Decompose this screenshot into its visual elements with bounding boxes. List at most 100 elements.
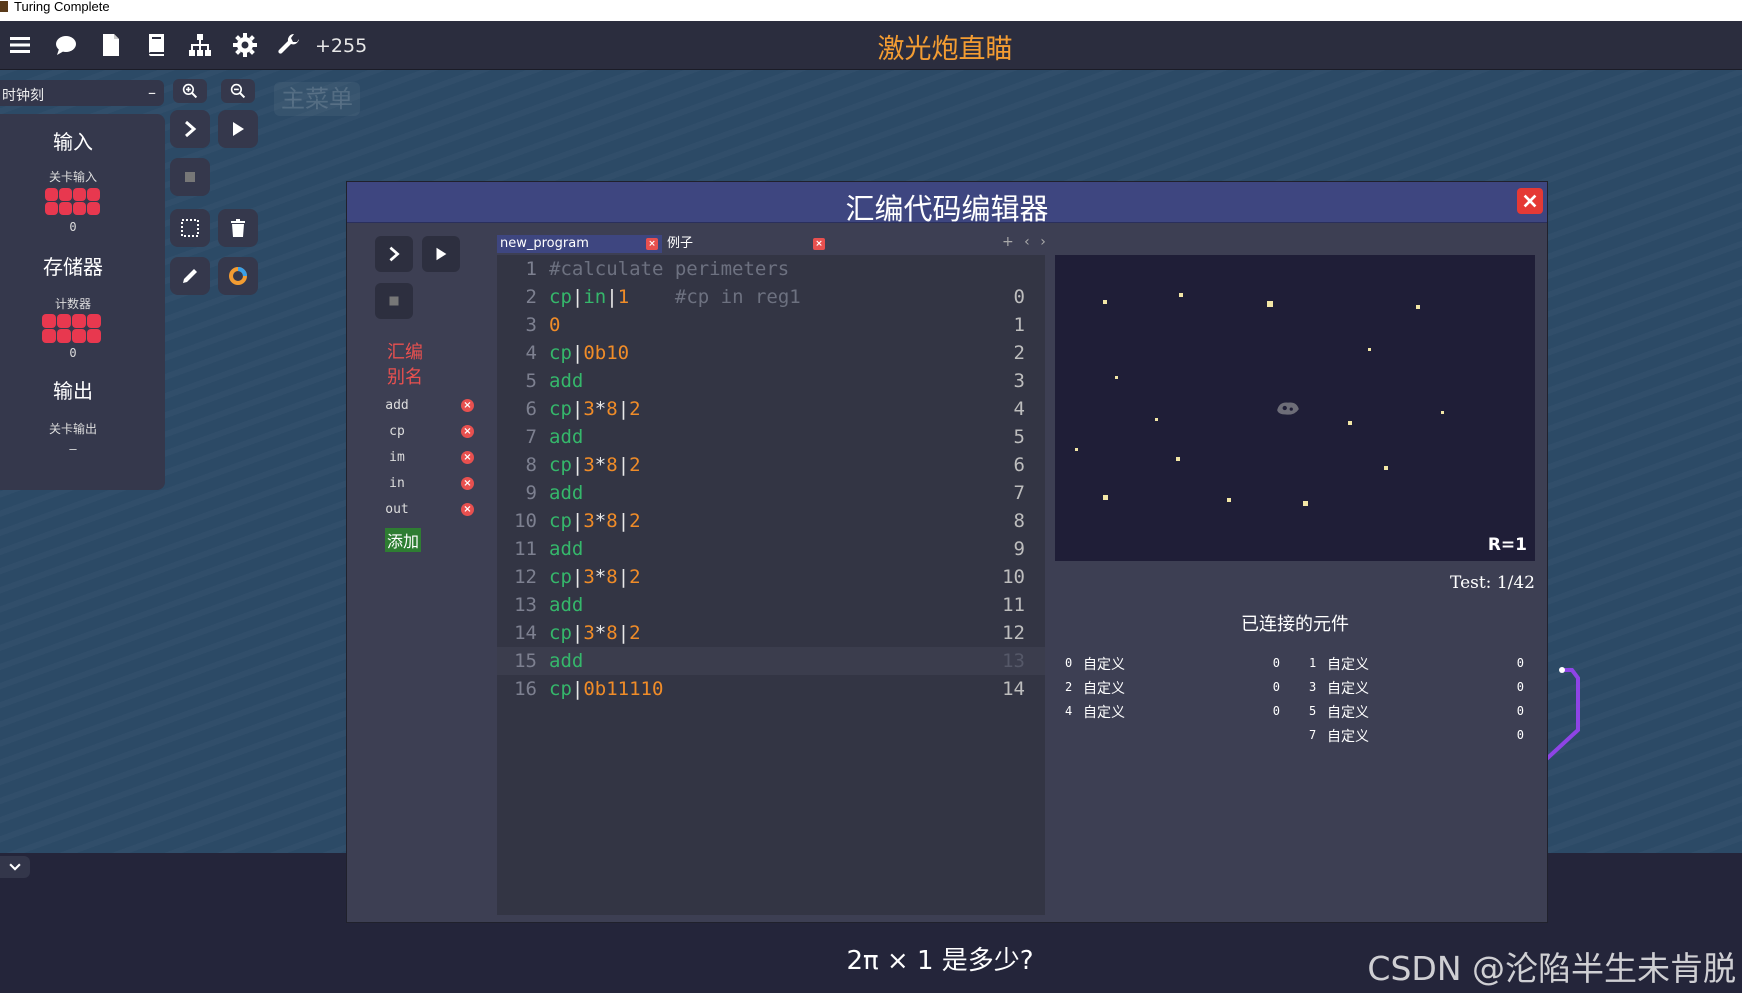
code-text[interactable]: cp|3*8|2 — [549, 451, 641, 479]
code-text[interactable]: add — [549, 647, 583, 675]
remove-alias-icon[interactable]: × — [461, 425, 474, 438]
tab-navigation[interactable]: + ‹ › — [1002, 234, 1049, 250]
gear-icon[interactable] — [231, 31, 259, 59]
code-line[interactable]: 11 add 9 — [497, 535, 1045, 563]
line-number: 4 — [525, 342, 537, 364]
bottom-panel-toggle[interactable] — [0, 856, 30, 878]
code-line[interactable]: 9 add 7 — [497, 479, 1045, 507]
editor-step-button[interactable] — [375, 236, 413, 272]
alias-item[interactable]: add × — [377, 398, 477, 418]
code-text[interactable]: cp|3*8|2 — [549, 619, 641, 647]
code-text[interactable]: 0 — [549, 311, 560, 339]
code-line[interactable]: 5 add 3 — [497, 367, 1045, 395]
connected-components-title: 已连接的元件 — [1241, 614, 1349, 635]
connected-component[interactable]: 4 自定义 0 — [1065, 702, 1280, 724]
code-line[interactable]: 14 cp|3*8|2 12 — [497, 619, 1045, 647]
tab-new-program[interactable]: new_program × — [497, 235, 662, 253]
code-text[interactable]: cp|3*8|2 — [549, 507, 641, 535]
remove-alias-icon[interactable]: × — [461, 399, 474, 412]
play-button[interactable] — [218, 110, 258, 148]
code-token: 3 — [583, 566, 595, 588]
code-text[interactable]: cp|0b11110 — [549, 675, 663, 703]
file-icon[interactable] — [97, 31, 125, 59]
code-line[interactable]: 2 cp|in|1 #cp in reg1 0 — [497, 283, 1045, 311]
component-palette: 输入 关卡输入 0 存储器 计数器 0 输出 关卡输出 – — [0, 114, 165, 490]
code-line[interactable]: 30 1 — [497, 311, 1045, 339]
instruction-address: 8 — [1013, 510, 1025, 532]
editor-play-button[interactable] — [422, 236, 460, 272]
pencil-tool-button[interactable] — [170, 257, 210, 295]
step-button[interactable] — [170, 110, 210, 148]
counter-component[interactable] — [42, 314, 101, 343]
editor-stop-button[interactable] — [375, 283, 413, 319]
close-tab-icon[interactable]: × — [646, 238, 658, 250]
alias-item[interactable]: cp × — [377, 424, 477, 444]
code-token: 1 — [617, 286, 630, 308]
component-name: 自定义 — [1327, 705, 1369, 721]
connected-component[interactable]: 3 自定义 0 — [1309, 678, 1524, 700]
code-line[interactable]: 6 cp|3*8|2 4 — [497, 395, 1045, 423]
clock-dropdown[interactable]: 时钟刻 – — [0, 80, 164, 106]
connected-component[interactable]: 5 自定义 0 — [1309, 702, 1524, 724]
close-button[interactable] — [1517, 188, 1543, 214]
alias-name[interactable]: out — [377, 502, 417, 517]
code-line[interactable]: 16 cp|0b11110 14 — [497, 675, 1045, 703]
zoom-in-button[interactable] — [173, 79, 207, 103]
connected-component[interactable]: 2 自定义 0 — [1065, 678, 1280, 700]
menu-icon[interactable] — [6, 31, 34, 59]
alias-name[interactable]: in — [377, 476, 417, 491]
book-icon[interactable] — [142, 31, 170, 59]
collapse-icon[interactable]: – — [148, 83, 156, 102]
alias-name[interactable]: cp — [377, 424, 417, 439]
alias-item[interactable]: in × — [377, 476, 477, 496]
code-token: 8 — [606, 510, 618, 532]
delete-tool-button[interactable] — [218, 209, 258, 247]
color-tool-button[interactable] — [218, 257, 258, 295]
stop-button[interactable] — [170, 158, 210, 196]
code-text[interactable]: cp|in|1 #cp in reg1 — [549, 283, 801, 311]
level-output-value[interactable]: – — [0, 442, 146, 456]
zoom-out-button[interactable] — [221, 79, 255, 103]
code-editor[interactable]: 1 #calculate perimeters 2 cp|in|1 #cp in re… — [497, 255, 1045, 915]
code-line[interactable]: 10 cp|3*8|2 8 — [497, 507, 1045, 535]
component-name: 自定义 — [1083, 657, 1125, 673]
wrench-icon[interactable] — [276, 31, 304, 59]
code-line[interactable]: 7 add 5 — [497, 423, 1045, 451]
alias-name[interactable]: add — [377, 398, 417, 413]
alias-name[interactable]: im — [377, 450, 417, 465]
code-text[interactable]: add — [549, 367, 583, 395]
connected-component[interactable]: 0 自定义 0 — [1065, 654, 1280, 676]
connected-component[interactable]: 7 自定义 0 — [1309, 726, 1524, 748]
code-text[interactable]: add — [549, 535, 583, 563]
code-token: cp — [549, 454, 572, 476]
main-menu-button[interactable]: 主菜单 — [274, 82, 360, 116]
code-token: add — [549, 594, 584, 616]
code-text[interactable]: add — [549, 591, 583, 619]
code-text[interactable]: cp|0b10 — [549, 339, 629, 367]
alias-item[interactable]: im × — [377, 450, 477, 470]
code-text[interactable]: cp|3*8|2 — [549, 563, 641, 591]
code-line[interactable]: 15 add 13 — [497, 647, 1045, 675]
code-text[interactable]: cp|3*8|2 — [549, 395, 641, 423]
hierarchy-icon[interactable] — [186, 31, 214, 59]
code-line[interactable]: 13 add 11 — [497, 591, 1045, 619]
code-line[interactable]: 1 #calculate perimeters — [497, 255, 1045, 283]
connected-component[interactable]: 1 自定义 0 — [1309, 654, 1524, 676]
add-alias-button[interactable]: 添加 — [385, 528, 422, 552]
chat-icon[interactable] — [52, 31, 80, 59]
code-line[interactable]: 12 cp|3*8|2 10 — [497, 563, 1045, 591]
remove-alias-icon[interactable]: × — [461, 477, 474, 490]
code-line[interactable]: 4 cp|0b10 2 — [497, 339, 1045, 367]
close-tab-icon[interactable]: × — [813, 238, 825, 250]
level-input-component[interactable] — [45, 188, 100, 215]
code-line[interactable]: 8 cp|3*8|2 6 — [497, 451, 1045, 479]
code-token: 8 — [606, 566, 618, 588]
remove-alias-icon[interactable]: × — [461, 503, 474, 516]
select-tool-button[interactable] — [170, 209, 210, 247]
code-text[interactable]: #calculate perimeters — [549, 255, 789, 283]
remove-alias-icon[interactable]: × — [461, 451, 474, 464]
alias-item[interactable]: out × — [377, 502, 477, 522]
code-text[interactable]: add — [549, 479, 583, 507]
code-text[interactable]: add — [549, 423, 583, 451]
tab-examples[interactable]: 例子 × — [664, 235, 829, 253]
